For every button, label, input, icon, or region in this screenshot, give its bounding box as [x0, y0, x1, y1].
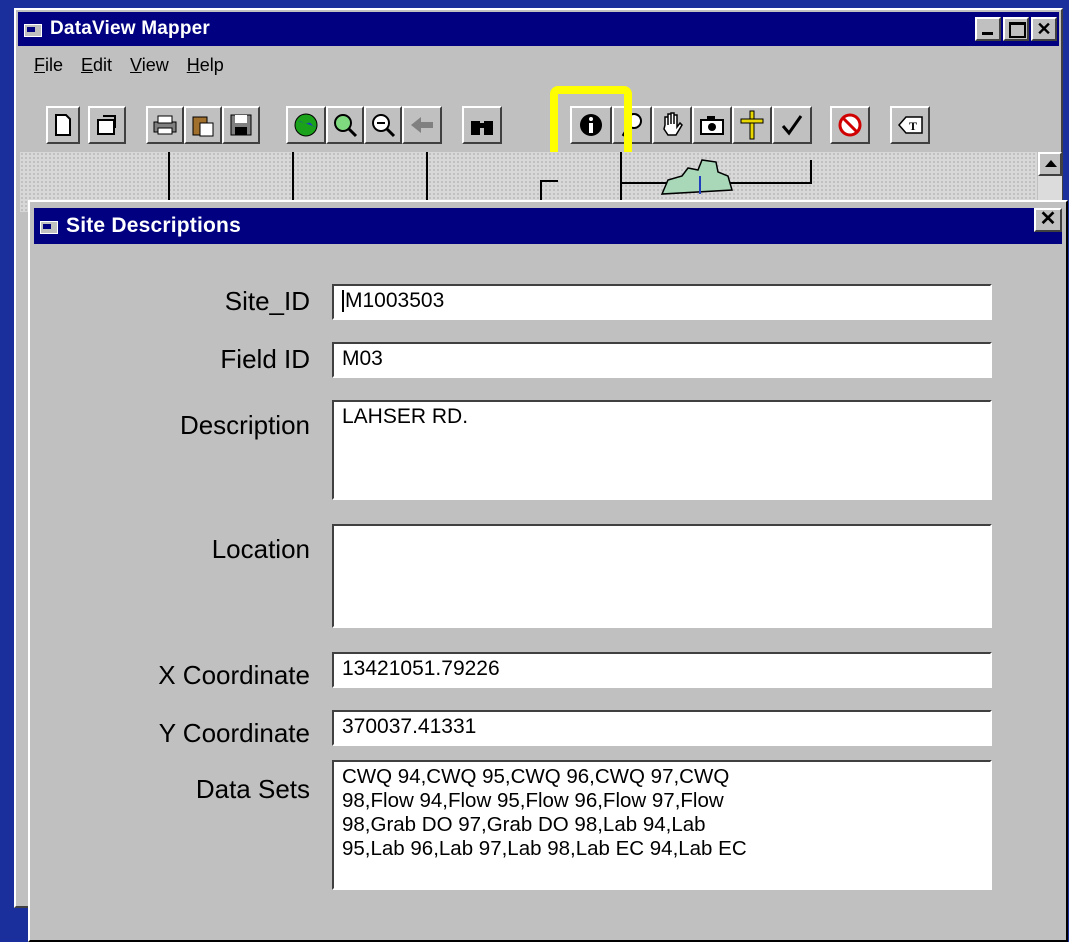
field-id-label: Field ID	[220, 344, 310, 374]
x-coordinate-field[interactable]: 13421051.79226	[332, 652, 992, 688]
site-id-field[interactable]: M1003503	[332, 284, 992, 320]
minimize-button[interactable]	[975, 17, 1001, 41]
menu-bar: File Edit View Help	[18, 48, 1059, 82]
location-field[interactable]	[332, 524, 992, 628]
save-icon[interactable]	[222, 106, 260, 144]
location-label: Location	[211, 534, 310, 564]
back-arrow-icon[interactable]	[402, 106, 442, 144]
text-label-icon[interactable]: T	[890, 106, 930, 144]
new-file-icon[interactable]	[46, 106, 80, 144]
properties-icon[interactable]	[88, 106, 126, 144]
description-field[interactable]: LAHSER RD.	[332, 400, 992, 500]
paste-icon[interactable]	[184, 106, 222, 144]
no-entry-icon[interactable]	[830, 106, 870, 144]
field-id-field[interactable]: M03	[332, 342, 992, 378]
close-button[interactable]: ✕	[1031, 17, 1057, 41]
dialog-close-button[interactable]: ✕	[1034, 208, 1062, 232]
site-descriptions-dialog: Site Descriptions ✕ Site_ID M1003503 Fie…	[28, 200, 1068, 942]
y-coordinate-label: Y Coordinate	[158, 718, 310, 748]
cross-marker-icon[interactable]	[732, 106, 772, 144]
menu-file[interactable]: File	[34, 55, 63, 76]
menu-edit[interactable]: Edit	[81, 55, 112, 76]
dialog-title: Site Descriptions	[66, 214, 241, 237]
app-titlebar[interactable]: DataView Mapper ✕	[18, 12, 1059, 46]
map-feature-region[interactable]	[660, 158, 740, 198]
y-coordinate-field[interactable]: 370037.41331	[332, 710, 992, 746]
checkmark-icon[interactable]	[772, 106, 812, 144]
data-sets-field[interactable]: CWQ 94,CWQ 95,CWQ 96,CWQ 97,CWQ 98,Flow …	[332, 760, 992, 890]
zoom-in-icon[interactable]	[326, 106, 364, 144]
toolbar: T	[18, 86, 1059, 164]
x-coordinate-label: X Coordinate	[158, 660, 310, 690]
app-title: DataView Mapper	[50, 18, 210, 39]
data-sets-label: Data Sets	[195, 774, 310, 804]
app-icon	[24, 21, 44, 37]
camera-icon[interactable]	[692, 106, 732, 144]
zoom-out-icon[interactable]	[364, 106, 402, 144]
find-binoculars-icon[interactable]	[462, 106, 502, 144]
dialog-icon	[40, 218, 60, 234]
description-label: Description	[179, 410, 310, 440]
dialog-titlebar[interactable]: Site Descriptions	[34, 208, 1062, 244]
svg-text:T: T	[909, 119, 917, 133]
menu-help[interactable]: Help	[187, 55, 224, 76]
maximize-button[interactable]	[1003, 17, 1029, 41]
globe-icon[interactable]	[286, 106, 326, 144]
site-id-label: Site_ID	[224, 286, 310, 316]
scroll-up-arrow-icon[interactable]	[1038, 152, 1062, 176]
menu-view[interactable]: View	[130, 55, 169, 76]
pan-hand-icon[interactable]	[652, 106, 692, 144]
print-icon[interactable]	[146, 106, 184, 144]
